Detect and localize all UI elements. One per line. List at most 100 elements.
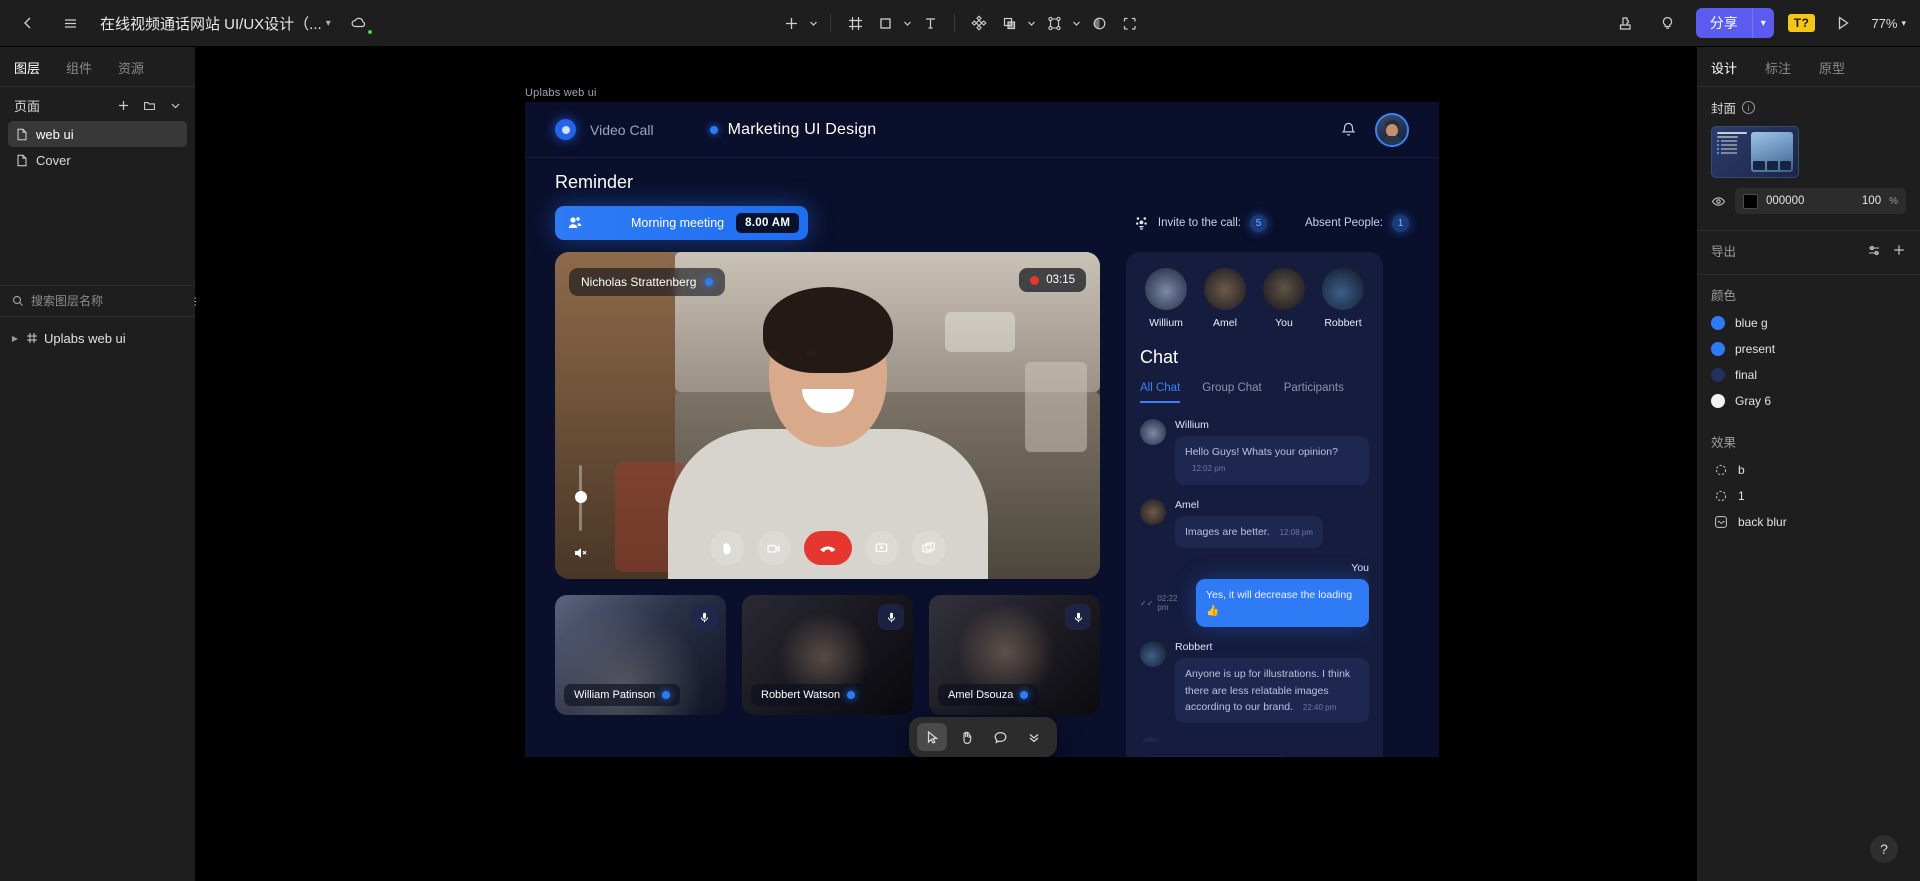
info-icon[interactable]: i bbox=[1742, 101, 1756, 114]
page-item-web-ui[interactable]: web ui bbox=[8, 121, 187, 147]
volume-slider-knob[interactable] bbox=[574, 491, 587, 503]
chat-participant[interactable]: Willium bbox=[1140, 268, 1192, 329]
vector-tool-icon[interactable] bbox=[1040, 9, 1068, 37]
end-call-icon[interactable] bbox=[803, 531, 852, 565]
participant-thumbnail[interactable]: William Patinson bbox=[555, 595, 726, 715]
status-badge[interactable]: T? bbox=[1787, 14, 1816, 32]
eye-icon[interactable] bbox=[1711, 194, 1726, 209]
color-style-row[interactable]: blue g bbox=[1711, 310, 1906, 336]
frame-tool-icon[interactable] bbox=[841, 9, 869, 37]
background-blur-icon bbox=[1713, 515, 1728, 530]
chevron-down-icon[interactable]: ▾ bbox=[326, 18, 331, 29]
tab-annotate[interactable]: 标注 bbox=[1765, 58, 1791, 77]
text-tool-icon[interactable] bbox=[916, 9, 944, 37]
boolean-tool-icon[interactable] bbox=[995, 9, 1023, 37]
shape-tool-icon[interactable] bbox=[871, 9, 899, 37]
message-input-wrapper[interactable] bbox=[1140, 756, 1291, 757]
plugin-icon[interactable] bbox=[1612, 9, 1640, 37]
mic-icon[interactable] bbox=[1065, 604, 1091, 630]
move-tool-chevron-down-icon[interactable] bbox=[806, 9, 820, 37]
search-input[interactable] bbox=[31, 294, 186, 308]
participant-thumbnail[interactable]: Robbert Watson bbox=[742, 595, 913, 715]
back-icon[interactable] bbox=[14, 9, 42, 37]
color-style-row[interactable]: final bbox=[1711, 362, 1906, 388]
mask-tool-icon[interactable] bbox=[1085, 9, 1113, 37]
add-page-icon[interactable] bbox=[113, 95, 133, 115]
tab-group-chat[interactable]: Group Chat bbox=[1202, 382, 1261, 403]
slice-tool-icon[interactable] bbox=[1115, 9, 1143, 37]
zoom-control[interactable]: 77% ▾ bbox=[1871, 16, 1906, 31]
boolean-tool-chevron-down-icon[interactable] bbox=[1024, 9, 1038, 37]
layout-icon[interactable] bbox=[911, 531, 946, 565]
participant-thumbnail[interactable]: Amel Dsouza bbox=[929, 595, 1100, 715]
zoom-level-label: 77% bbox=[1871, 15, 1898, 31]
bell-icon[interactable] bbox=[1340, 121, 1357, 138]
effect-style-row[interactable]: back blur bbox=[1711, 509, 1906, 535]
effect-style-row[interactable]: b bbox=[1711, 457, 1906, 483]
cover-thumbnail[interactable] bbox=[1711, 126, 1799, 178]
help-button[interactable]: ? bbox=[1870, 835, 1898, 863]
invite-to-call-item[interactable]: Invite to the call: 5 bbox=[1134, 214, 1267, 232]
hand-tool-icon[interactable] bbox=[951, 723, 981, 751]
plus-icon[interactable] bbox=[1892, 243, 1906, 258]
color-style-row[interactable]: present bbox=[1711, 336, 1906, 362]
call-timer: 03:15 bbox=[1019, 268, 1086, 292]
tab-layers[interactable]: 图层 bbox=[14, 58, 40, 77]
vector-tool-chevron-down-icon[interactable] bbox=[1069, 9, 1083, 37]
volume-slider[interactable] bbox=[574, 465, 587, 531]
avatar[interactable] bbox=[1375, 112, 1409, 147]
tab-participants[interactable]: Participants bbox=[1284, 382, 1344, 403]
layer-search-bar[interactable] bbox=[0, 285, 206, 317]
chat-message-bubble: Anyone is up for illustrations. I think … bbox=[1175, 658, 1369, 724]
share-chevron-down-icon[interactable]: ▾ bbox=[1751, 8, 1774, 38]
mic-icon[interactable] bbox=[878, 604, 904, 630]
layer-row-uplabs-web-ui[interactable]: ▶ Uplabs web ui bbox=[6, 325, 189, 351]
color-styles-list: blue g present final Gray 6 bbox=[1697, 306, 1920, 414]
tab-assets[interactable]: 资源 bbox=[118, 58, 144, 77]
sliders-icon[interactable] bbox=[1867, 243, 1882, 258]
frame-name-label[interactable]: Uplabs web ui bbox=[525, 87, 597, 99]
hand-raise-icon[interactable] bbox=[709, 531, 744, 565]
background-color-field[interactable]: 000000 100 % bbox=[1735, 188, 1906, 214]
speaker-mute-icon[interactable] bbox=[572, 545, 588, 561]
document-title[interactable]: 在线视频通话网站 UI/UX设计（... ▾ bbox=[100, 13, 331, 34]
chat-participant[interactable]: Amel bbox=[1199, 268, 1251, 329]
tab-all-chat[interactable]: All Chat bbox=[1140, 382, 1181, 403]
component-tool-icon[interactable] bbox=[965, 9, 993, 37]
color-style-row[interactable]: Gray 6 bbox=[1711, 388, 1906, 414]
avatar bbox=[1140, 498, 1166, 525]
screen-share-icon[interactable] bbox=[864, 531, 899, 565]
play-icon[interactable] bbox=[1829, 9, 1857, 37]
participant-name: William Patinson bbox=[574, 689, 656, 701]
avatar bbox=[1263, 268, 1305, 310]
tab-design[interactable]: 设计 bbox=[1711, 58, 1737, 77]
zoom-chevron-down-icon[interactable]: ▾ bbox=[1901, 18, 1906, 29]
effect-style-row[interactable]: 1 bbox=[1711, 483, 1906, 509]
lightbulb-icon[interactable] bbox=[1654, 9, 1682, 37]
tab-components[interactable]: 组件 bbox=[66, 58, 92, 77]
background-hex-value[interactable]: 000000 bbox=[1766, 195, 1804, 207]
tab-prototype[interactable]: 原型 bbox=[1819, 58, 1845, 77]
cursor-tool-icon[interactable] bbox=[917, 723, 947, 751]
more-tools-chevron-down-icon[interactable] bbox=[1019, 723, 1049, 751]
share-button[interactable]: 分享 ▾ bbox=[1695, 8, 1774, 38]
move-tool-icon[interactable] bbox=[777, 9, 805, 37]
chat-participant[interactable]: You bbox=[1258, 268, 1310, 329]
new-folder-icon[interactable] bbox=[139, 95, 159, 115]
comment-tool-icon[interactable] bbox=[985, 723, 1015, 751]
hamburger-menu-icon[interactable] bbox=[56, 9, 84, 37]
morning-meeting-pill[interactable]: Morning meeting 8.00 AM bbox=[555, 206, 809, 240]
camera-icon[interactable] bbox=[756, 531, 791, 565]
expand-caret-icon[interactable]: ▶ bbox=[10, 334, 20, 343]
page-item-cover[interactable]: Cover bbox=[8, 147, 187, 173]
meeting-title-group: Marketing UI Design bbox=[709, 121, 877, 139]
background-opacity-value[interactable]: 100 bbox=[1862, 195, 1881, 207]
absent-people-item[interactable]: Absent People: 1 bbox=[1305, 214, 1409, 232]
collapse-pages-chevron-down-icon[interactable] bbox=[165, 95, 185, 115]
mic-icon[interactable] bbox=[691, 604, 717, 630]
shape-tool-chevron-down-icon[interactable] bbox=[900, 9, 914, 37]
chat-participant[interactable]: Robbert bbox=[1317, 268, 1369, 329]
color-swatch[interactable] bbox=[1743, 193, 1758, 209]
design-canvas[interactable]: Uplabs web ui Video Call Marketing UI De… bbox=[196, 47, 1696, 881]
main-video-tile[interactable]: Nicholas Strattenberg 03:15 bbox=[555, 252, 1100, 579]
